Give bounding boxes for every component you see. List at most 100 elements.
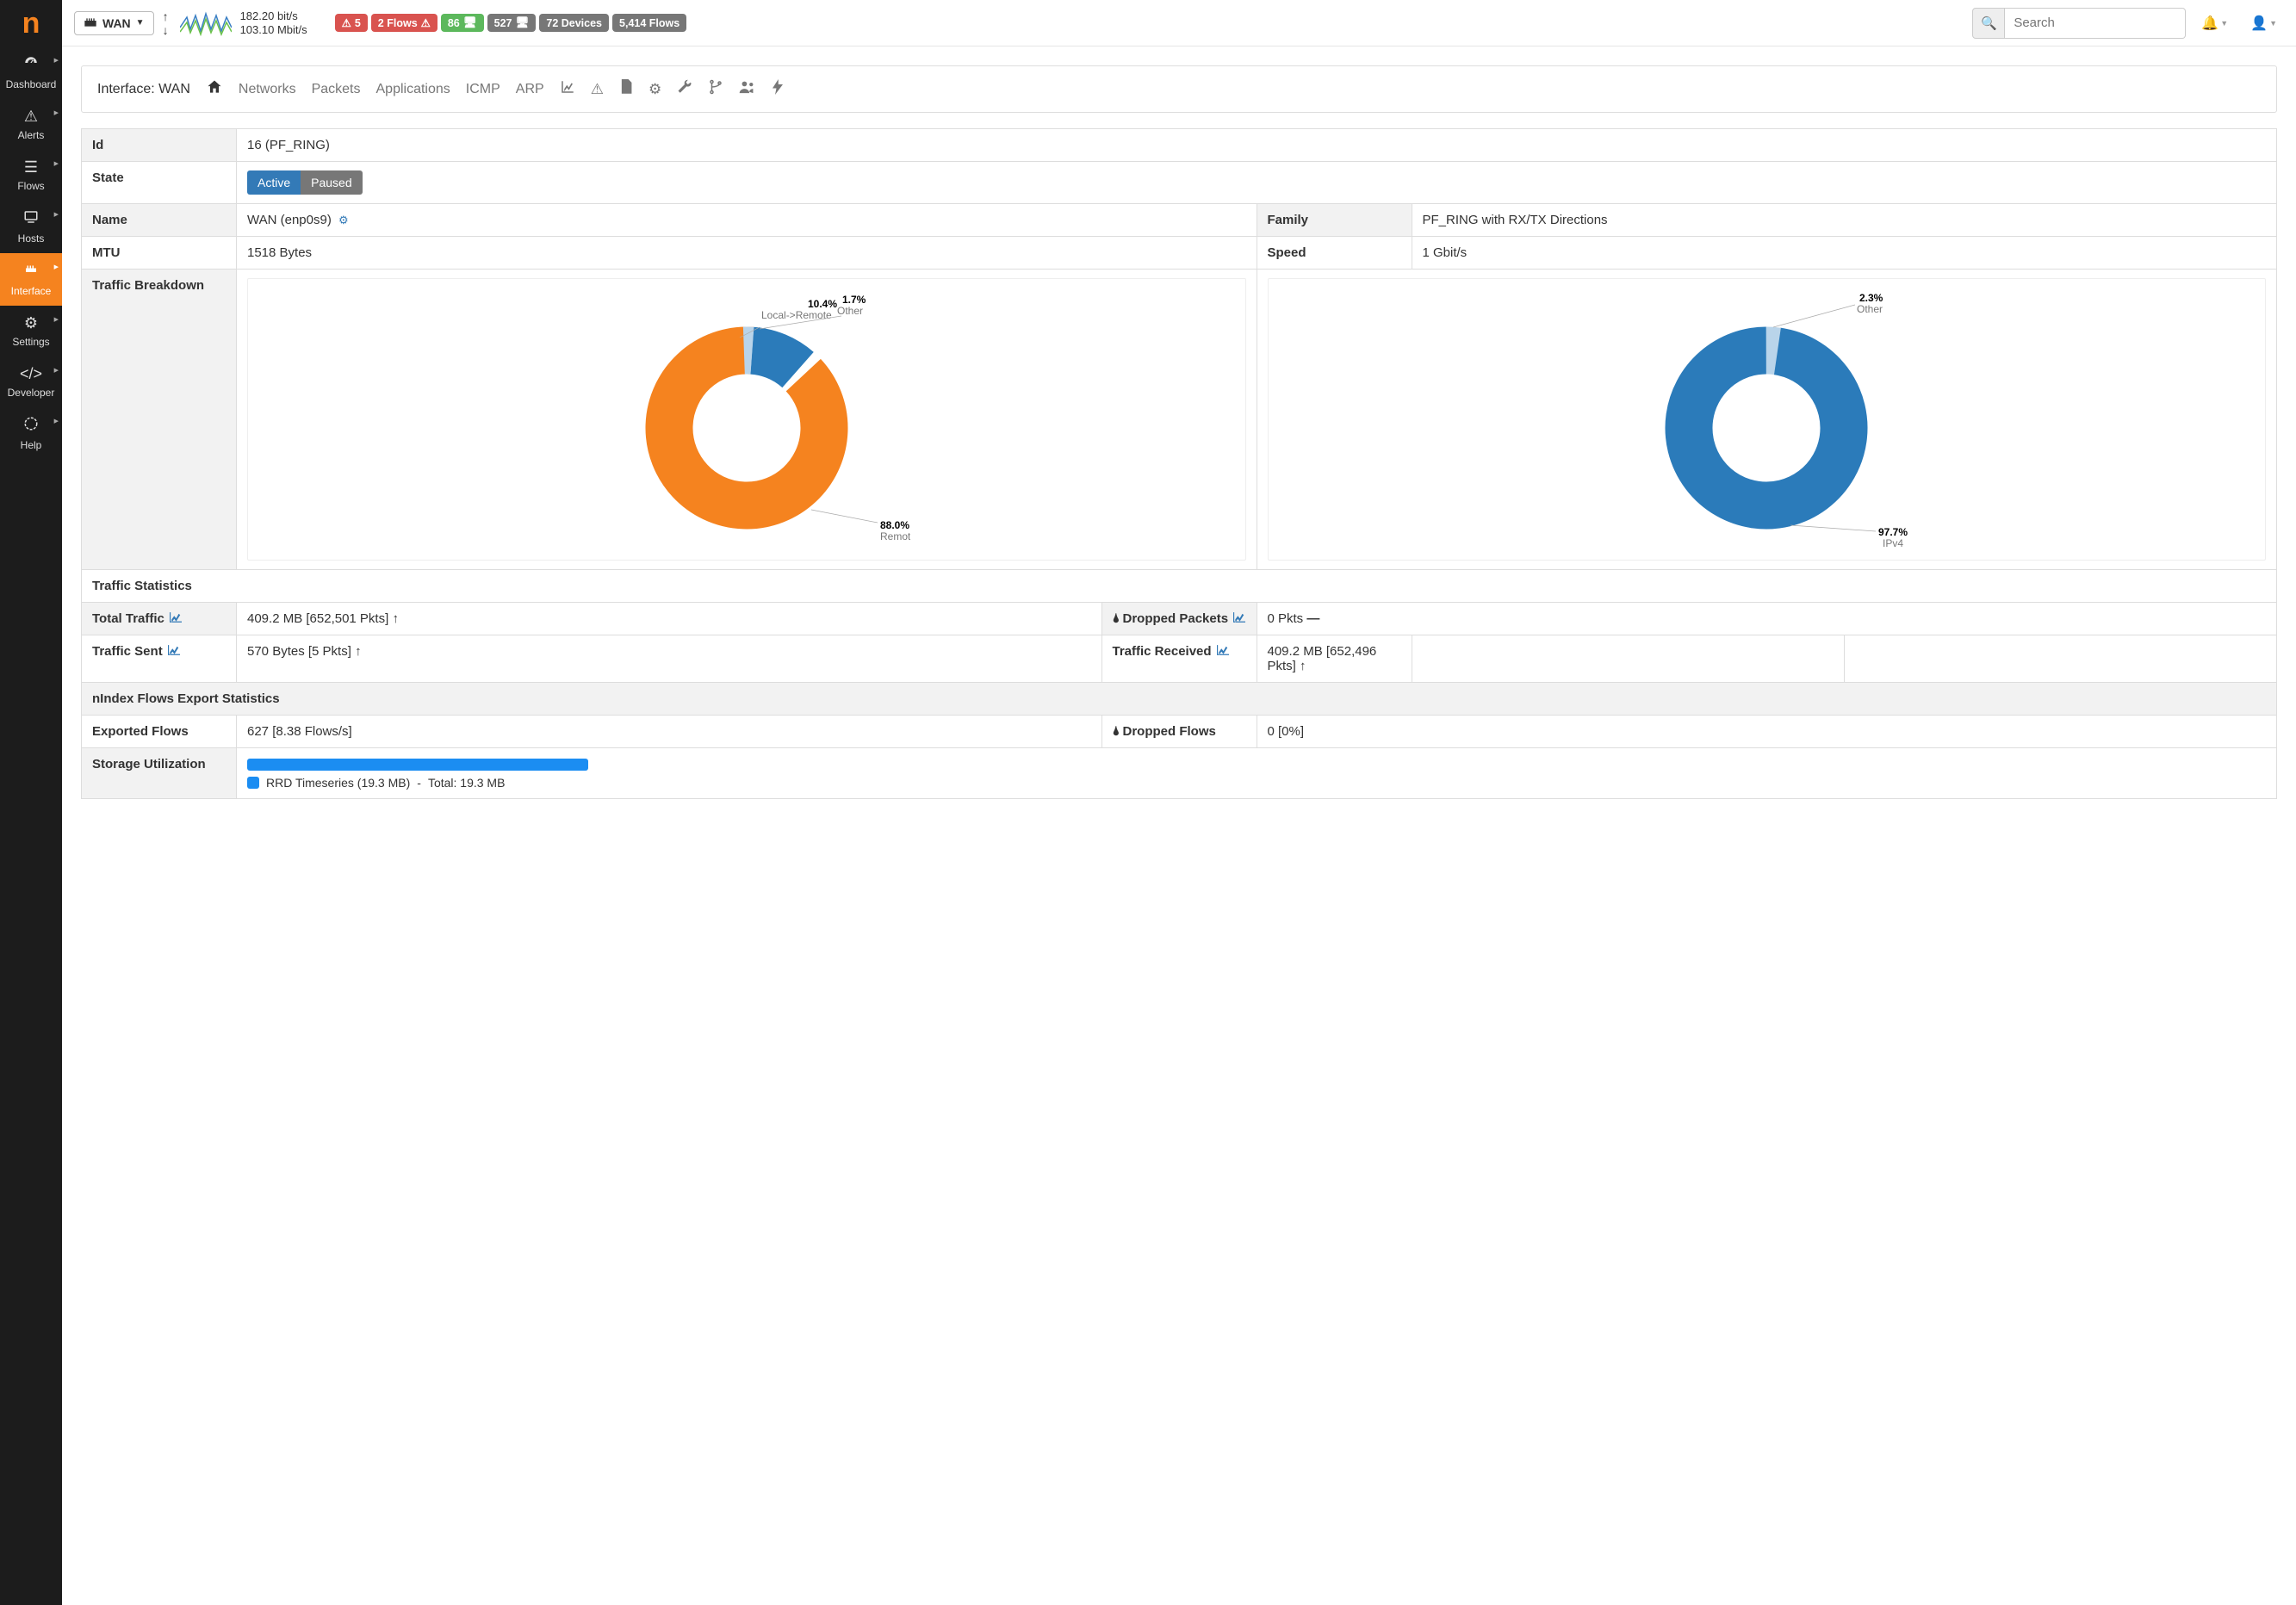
storage-bar [247, 759, 588, 771]
badge-hosts-total[interactable]: 527 🖥 [487, 14, 537, 32]
badge-flows[interactable]: 5,414 Flows [612, 14, 686, 32]
tab-arp[interactable]: ARP [516, 82, 544, 97]
row-dropped-pkts-label: Dropped Packets [1123, 611, 1229, 626]
state-active-button[interactable]: Active [247, 170, 301, 195]
svg-text:1.7%: 1.7% [842, 294, 866, 306]
row-mtu-value: 1518 Bytes [237, 237, 1257, 270]
row-mtu-label: MTU [82, 237, 237, 270]
chart-icon[interactable] [560, 79, 575, 99]
minus-icon: — [1306, 611, 1319, 626]
row-total-traffic-label: Total Traffic [92, 611, 164, 626]
badge-flow-alerts[interactable]: 2 Flows ⚠ [371, 14, 437, 32]
arrow-up-icon: ↑ [163, 9, 169, 23]
chevron-right-icon: ▶ [54, 109, 59, 116]
caret-down-icon: ▼ [2269, 19, 2277, 28]
storage-legend-total: Total: 19.3 MB [428, 776, 506, 790]
interface-info-table: Id 16 (PF_RING) State Active Paused Name… [81, 128, 2277, 799]
row-traffic-sent-value: 570 Bytes [5 Pkts] [247, 644, 351, 659]
chevron-right-icon: ▶ [54, 263, 59, 270]
donut-chart-family: 2.3% Other 97.7% IPv4 [1268, 278, 2267, 561]
alert-icon[interactable]: ⚠ [591, 81, 604, 98]
row-name-value: WAN (enp0s9) [247, 213, 332, 227]
row-storage-label: Storage Utilization [82, 748, 237, 799]
sidebar-item-alerts[interactable]: ⚠ Alerts ▶ [0, 99, 62, 150]
row-name-label: Name [82, 204, 237, 237]
search-input[interactable] [2005, 8, 2186, 39]
help-icon [23, 416, 39, 436]
row-exp-flows-value: 627 [8.38 Flows/s] [237, 716, 1102, 748]
tab-icmp[interactable]: ICMP [466, 82, 500, 97]
home-icon[interactable] [206, 78, 223, 100]
svg-text:Other: Other [837, 305, 863, 317]
sidebar-item-interface[interactable]: Interface ▶ [0, 253, 62, 306]
logo[interactable]: n [0, 0, 62, 46]
row-id-value: 16 (PF_RING) [237, 129, 2277, 162]
chevron-right-icon: ▶ [54, 418, 59, 424]
interface-select-label: WAN [102, 16, 131, 30]
sparkline-chart [180, 10, 232, 36]
bolt-icon[interactable] [772, 79, 784, 99]
sidebar-label: Help [21, 439, 42, 451]
sidebar-item-developer[interactable]: </> Developer ▶ [0, 356, 62, 407]
row-traffic-breakdown-label: Traffic Breakdown [82, 270, 237, 570]
sidebar-item-settings[interactable]: ⚙ Settings ▶ [0, 306, 62, 356]
flows-icon: ☰ [24, 158, 38, 177]
sidebar-item-help[interactable]: Help ▶ [0, 407, 62, 460]
dashboard-icon [23, 55, 39, 75]
badge-devices[interactable]: 72 Devices [539, 14, 609, 32]
row-dropped-flows-label: Dropped Flows [1123, 724, 1216, 739]
search-icon: 🔍 [1981, 15, 1997, 31]
arrow-down-icon: ↓ [163, 23, 169, 37]
state-paused-button[interactable]: Paused [301, 170, 362, 195]
legend-swatch [247, 777, 259, 789]
tab-packets[interactable]: Packets [312, 82, 361, 97]
svg-text:Remote->Local: Remote->Local [880, 530, 910, 542]
display-icon: 🖥 [516, 16, 530, 29]
tab-applications[interactable]: Applications [376, 82, 450, 97]
chevron-right-icon: ▶ [54, 367, 59, 374]
sidebar-label: Dashboard [6, 78, 57, 90]
gear-icon: ⚙ [24, 314, 38, 332]
svg-text:10.4%: 10.4% [808, 298, 837, 310]
alert-icon: ⚠ [342, 16, 351, 29]
chart-link-icon[interactable] [1217, 644, 1229, 658]
rate-down: 103.10 Mbit/s [240, 23, 307, 37]
storage-legend-ts: RRD Timeseries (19.3 MB) [266, 776, 410, 790]
notifications-button[interactable]: 🔔▼ [2194, 15, 2235, 32]
svg-text:88.0%: 88.0% [880, 519, 909, 531]
chart-link-icon[interactable] [170, 611, 182, 625]
sidebar-label: Alerts [18, 129, 45, 141]
page-nav: Interface: WAN Networks Packets Applicat… [81, 65, 2277, 113]
chart-link-icon[interactable] [168, 644, 180, 658]
badge-alerts[interactable]: ⚠5 [335, 14, 368, 32]
storage-legend-sep: - [417, 776, 421, 790]
row-speed-label: Speed [1257, 237, 1412, 270]
sidebar-item-hosts[interactable]: Hosts ▶ [0, 201, 62, 253]
search-button[interactable]: 🔍 [1972, 8, 2005, 39]
row-family-label: Family [1257, 204, 1412, 237]
page-title: Interface: WAN [97, 82, 190, 97]
caret-down-icon: ▼ [136, 18, 145, 28]
badge-hosts-active[interactable]: 86 🖥 [441, 14, 484, 32]
row-speed-value: 1 Gbit/s [1412, 237, 2277, 270]
interface-select[interactable]: WAN ▼ [74, 11, 154, 35]
sidebar-item-flows[interactable]: ☰ Flows ▶ [0, 150, 62, 201]
caret-down-icon: ▼ [2220, 19, 2228, 28]
edit-name-gear-icon[interactable]: ⚙ [338, 214, 349, 226]
branch-icon[interactable] [708, 79, 723, 99]
row-traffic-rcvd-label: Traffic Received [1113, 644, 1212, 659]
user-menu-button[interactable]: 👤▼ [2243, 15, 2284, 32]
users-icon[interactable] [739, 79, 756, 99]
ethernet-icon [84, 16, 97, 30]
chevron-right-icon: ▶ [54, 316, 59, 323]
wrench-icon[interactable] [677, 79, 692, 99]
tab-networks[interactable]: Networks [239, 82, 296, 97]
chart-link-icon[interactable] [1233, 611, 1245, 625]
sidebar-item-dashboard[interactable]: Dashboard ▶ [0, 46, 62, 99]
gear-icon[interactable]: ⚙ [648, 81, 661, 98]
sidebar-label: Settings [12, 336, 49, 348]
file-icon[interactable] [619, 79, 633, 99]
section-nindex: nIndex Flows Export Statistics [82, 683, 2277, 716]
donut-chart-direction: 10.4% Local->Remote 1.7% Other 88.0% Rem… [247, 278, 1246, 561]
svg-text:97.7%: 97.7% [1878, 526, 1908, 538]
